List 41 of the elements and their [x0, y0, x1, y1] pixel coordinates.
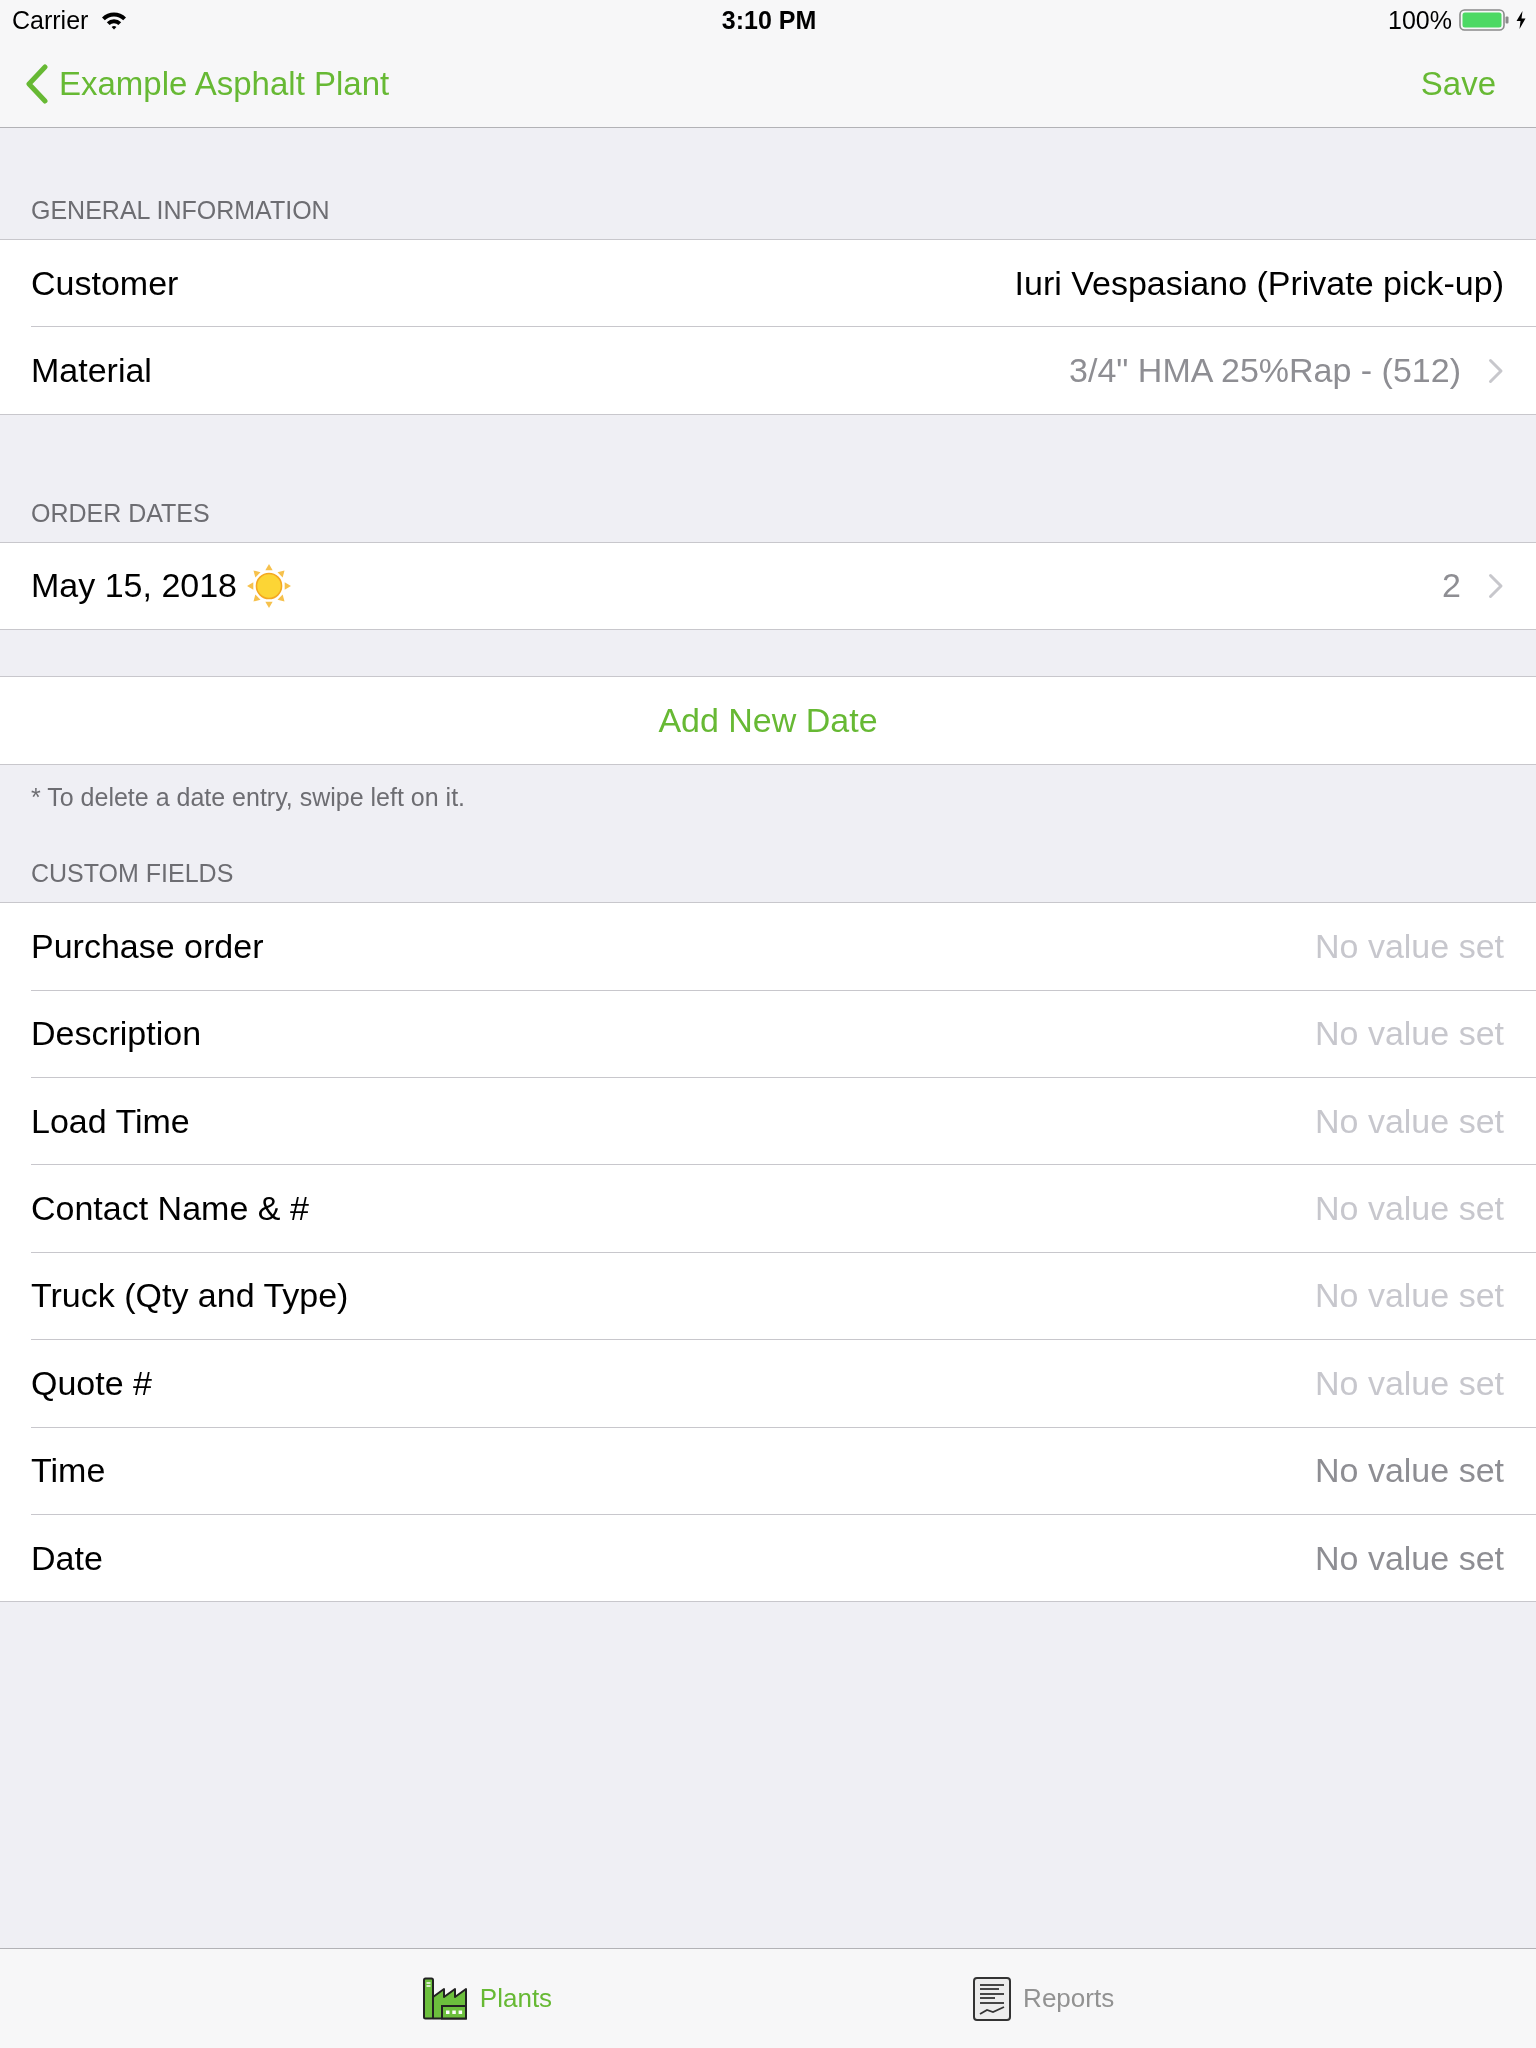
row-label: May 15, 2018	[31, 566, 238, 606]
row-value: Iuri Vespasiano (Private pick-up)	[1014, 263, 1504, 303]
text-field[interactable]: No value set	[1312, 1189, 1504, 1229]
text-field[interactable]: No value set	[1312, 1363, 1504, 1403]
row-label: Truck (Qty and Type)	[31, 1276, 349, 1316]
picker-value[interactable]: No value set	[1315, 1451, 1504, 1491]
status-time: 3:10 PM	[721, 5, 817, 35]
row-label: Load Time	[31, 1101, 190, 1141]
text-field[interactable]: No value set	[1312, 926, 1504, 966]
row-label: Contact Name & #	[31, 1189, 309, 1229]
lightning-bolt-icon	[1516, 11, 1526, 29]
tab[interactable]: Plants	[421, 1976, 553, 2021]
battery-icon	[1459, 9, 1509, 31]
section-header: GENERAL INFORMATION	[31, 196, 330, 224]
row-label: Customer	[31, 263, 179, 303]
row-label: Description	[31, 1014, 202, 1054]
carrier-name: Carrier	[12, 5, 89, 35]
section-header: CUSTOM FIELDS	[31, 859, 234, 888]
text-field[interactable]: No value set	[1312, 1276, 1504, 1316]
battery-percentage: 100%	[1388, 5, 1452, 35]
section-footer: * To delete a date entry, swipe left on it.	[31, 783, 466, 812]
row-label: Time	[31, 1451, 106, 1491]
sun-icon	[246, 562, 293, 609]
document-icon	[973, 1976, 1012, 2021]
text-field[interactable]: No value set	[1312, 1101, 1504, 1141]
row-label: Quote #	[31, 1363, 152, 1403]
row-value: 3/4" HMA 25%Rap - (512)	[1069, 351, 1461, 391]
action-button[interactable]: Add New Date	[0, 676, 1536, 766]
factory-icon	[421, 1976, 468, 2021]
row-label: Date	[31, 1538, 103, 1578]
back-button[interactable]: Example Asphalt Plant	[25, 63, 390, 104]
row-label: Material	[31, 351, 152, 391]
row-label: Purchase order	[31, 926, 264, 966]
tab[interactable]: Reports	[973, 1976, 1115, 2021]
wifi-icon	[101, 10, 128, 30]
text-field[interactable]: No value set	[1312, 1014, 1504, 1054]
chevron-left-icon	[25, 63, 49, 104]
section-header: ORDER DATES	[31, 498, 210, 527]
date-count: 2	[1442, 566, 1461, 606]
save-button[interactable]: Save	[1420, 64, 1496, 103]
picker-value[interactable]: No value set	[1315, 1538, 1504, 1578]
